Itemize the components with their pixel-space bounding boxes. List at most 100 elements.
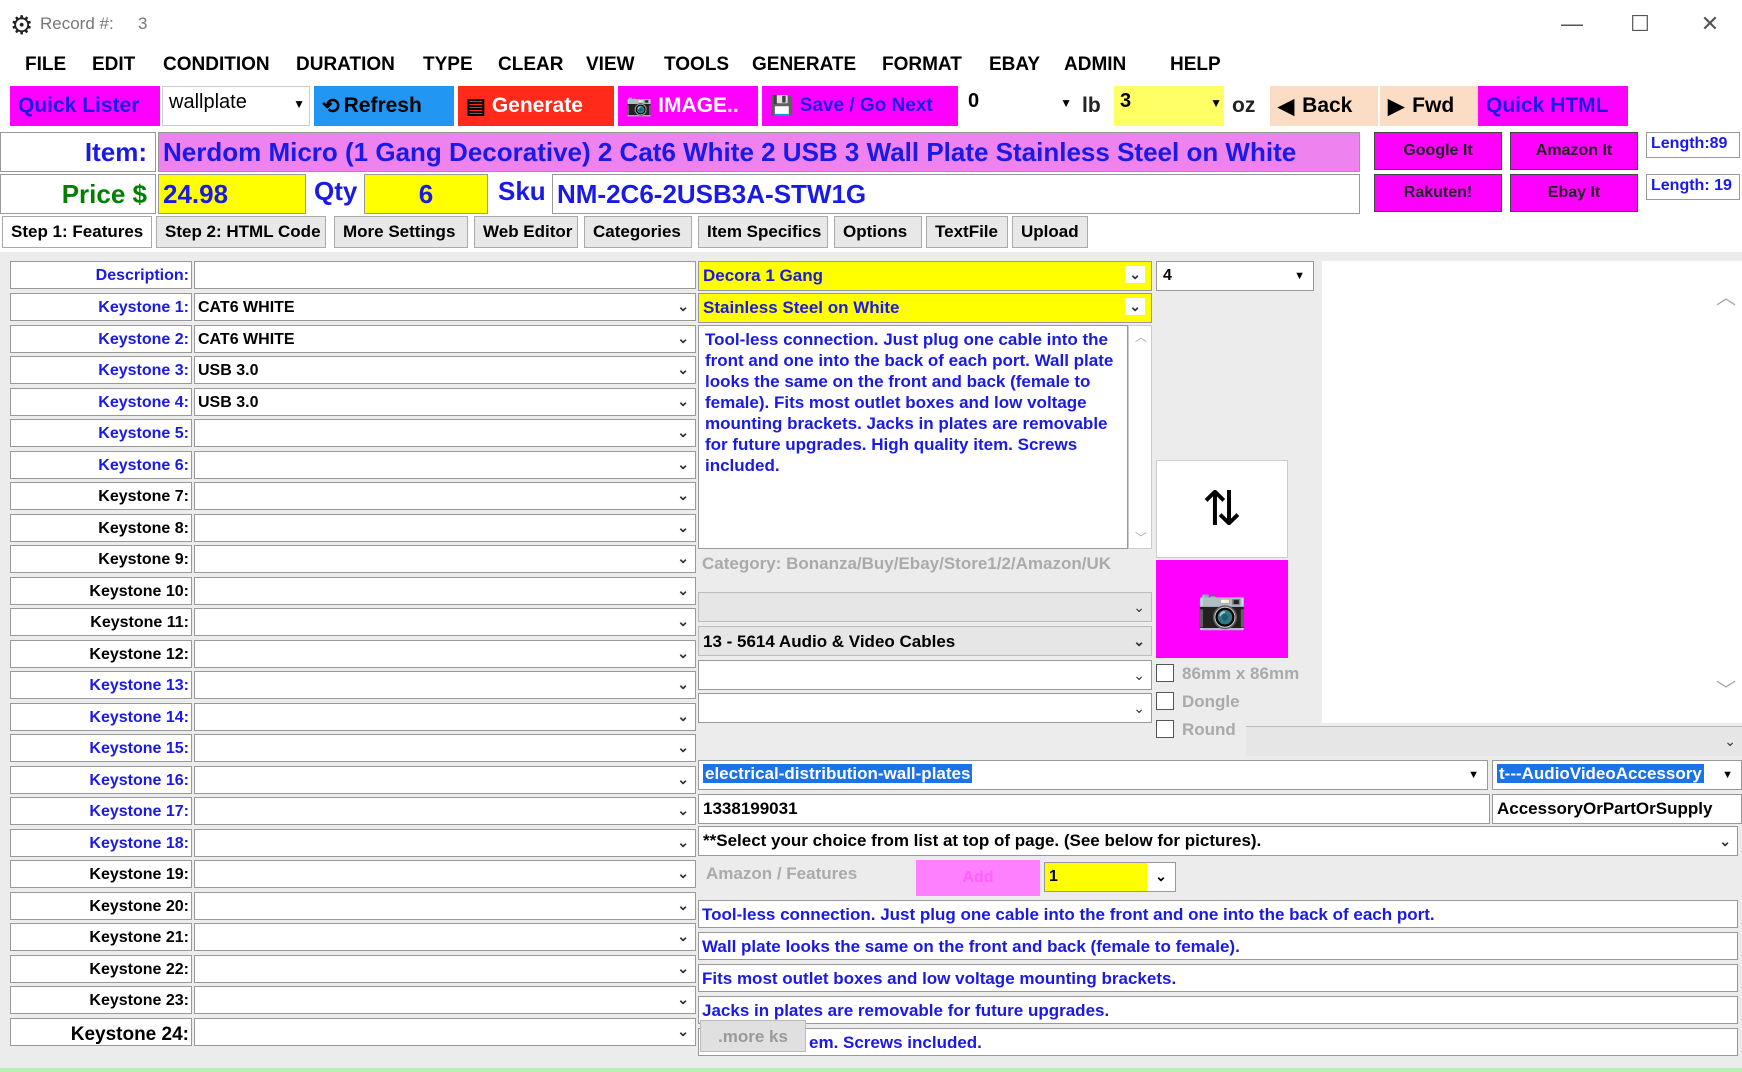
keystone-select[interactable]: ⌄	[194, 860, 696, 888]
ports-count-select[interactable]: 4 ▼	[1156, 261, 1314, 291]
feature-index-select[interactable]: 1 ⌄	[1044, 862, 1176, 892]
checkbox-dongle[interactable]	[1156, 692, 1174, 710]
chevron-up-icon[interactable]: ︿	[1716, 281, 1736, 310]
category-2-select[interactable]: 13 - 5614 Audio & Video Cables ⌄	[698, 626, 1152, 656]
keystone-select[interactable]: ⌄	[194, 892, 696, 920]
qty-input[interactable]: 6	[364, 174, 488, 214]
item-title-input[interactable]: Nerdom Micro (1 Gang Decorative) 2 Cat6 …	[158, 132, 1360, 172]
tab-upload[interactable]: Upload	[1012, 216, 1088, 248]
keystone-select[interactable]: ⌄	[194, 1018, 696, 1046]
menu-view[interactable]: VIEW	[586, 54, 635, 76]
amazon-category-select[interactable]: electrical-distribution-wall-plates ▼	[698, 760, 1488, 790]
swap-button[interactable]: ⇅	[1156, 460, 1288, 558]
keystone-select[interactable]: CAT6 WHITE ⌄	[194, 293, 696, 321]
node-id-input[interactable]: 1338199031	[698, 794, 1490, 824]
amazon-it-button[interactable]: Amazon It	[1510, 132, 1638, 170]
keystone-select[interactable]: USB 3.0 ⌄	[194, 356, 696, 384]
keystone-select[interactable]: ⌄	[194, 671, 696, 699]
keystone-select[interactable]: ⌄	[194, 482, 696, 510]
lb-select[interactable]: 0 ▼	[962, 86, 1074, 126]
tab-categories[interactable]: Categories	[584, 216, 692, 248]
menu-tools[interactable]: TOOLS	[664, 54, 729, 76]
amazon-type-select[interactable]: t---AudioVideoAccessory ▼	[1492, 760, 1742, 790]
checkbox-86mm[interactable]	[1156, 664, 1174, 682]
menu-generate[interactable]: GENERATE	[752, 54, 856, 76]
menu-edit[interactable]: EDIT	[92, 54, 135, 76]
checkbox-round[interactable]	[1156, 720, 1174, 738]
menu-type[interactable]: TYPE	[423, 54, 473, 76]
tab-textfile[interactable]: TextFile	[926, 216, 1008, 248]
feature-line-4[interactable]: Jacks in plates are removable for future…	[698, 996, 1738, 1024]
chevron-down-icon: ⌄	[1133, 700, 1145, 716]
quick-lister-button[interactable]: Quick Lister	[10, 86, 160, 126]
keystone-select[interactable]: ⌄	[194, 577, 696, 605]
menu-help[interactable]: HELP	[1170, 54, 1221, 76]
minimize-button[interactable]: —	[1552, 8, 1592, 40]
maximize-button[interactable]: ☐	[1620, 8, 1660, 40]
image-button[interactable]: 📷 IMAGE..	[618, 86, 758, 126]
keystone-select[interactable]: ⌄	[194, 986, 696, 1014]
tab-step2-html-code[interactable]: Step 2: HTML Code	[156, 216, 326, 248]
generate-button[interactable]: ▤ Generate	[458, 86, 614, 126]
description-textarea[interactable]: Tool-less connection. Just plug one cabl…	[698, 325, 1128, 549]
refresh-button[interactable]: ⟲ Refresh	[314, 86, 454, 126]
feature-line-2[interactable]: Wall plate looks the same on the front a…	[698, 932, 1738, 960]
plate-type-select[interactable]: Decora 1 Gang ⌄	[698, 261, 1152, 291]
keystone-select[interactable]: ⌄	[194, 451, 696, 479]
tab-step1-features[interactable]: Step 1: Features	[2, 216, 152, 248]
rakuten-button[interactable]: Rakuten!	[1374, 174, 1502, 212]
add-feature-button[interactable]: Add	[916, 860, 1040, 896]
category-1-select[interactable]: ⌄	[698, 592, 1152, 622]
keystone-select[interactable]: CAT6 WHITE ⌄	[194, 325, 696, 353]
keystone-select[interactable]: ⌄	[194, 766, 696, 794]
keystone-select[interactable]: USB 3.0 ⌄	[194, 388, 696, 416]
menu-condition[interactable]: CONDITION	[163, 54, 270, 76]
menu-file[interactable]: FILE	[25, 54, 66, 76]
tab-more-settings[interactable]: More Settings	[334, 216, 468, 248]
extra-select[interactable]: ⌄	[1246, 726, 1742, 756]
keystone-select[interactable]: ⌄	[194, 797, 696, 825]
menu-admin[interactable]: ADMIN	[1064, 54, 1126, 76]
description-input[interactable]	[194, 261, 696, 289]
fwd-button[interactable]: ▶ Fwd	[1380, 86, 1478, 126]
feature-line-1[interactable]: Tool-less connection. Just plug one cabl…	[698, 900, 1738, 928]
google-it-button[interactable]: Google It	[1374, 132, 1502, 170]
back-button[interactable]: ◀ Back	[1270, 86, 1378, 126]
sku-input[interactable]: NM-2C6-2USB3A-STW1G	[552, 174, 1360, 214]
menu-clear[interactable]: CLEAR	[498, 54, 563, 76]
keystone-select[interactable]: ⌄	[194, 923, 696, 951]
tab-options[interactable]: Options	[834, 216, 922, 248]
color-select[interactable]: Stainless Steel on White ⌄	[698, 293, 1152, 323]
ebay-it-button[interactable]: Ebay It	[1510, 174, 1638, 212]
feature-line-5[interactable]: em. Screws included.	[698, 1028, 1738, 1056]
keystone-select[interactable]: ⌄	[194, 419, 696, 447]
close-button[interactable]: ✕	[1690, 8, 1730, 40]
price-input[interactable]: 24.98	[158, 174, 306, 214]
keystone-select[interactable]: ⌄	[194, 640, 696, 668]
menu-format[interactable]: FORMAT	[882, 54, 962, 76]
tab-web-editor[interactable]: Web Editor	[474, 216, 578, 248]
category-4-select[interactable]: ⌄	[698, 693, 1152, 723]
select-hint-dropdown[interactable]: **Select your choice from list at top of…	[698, 826, 1738, 856]
category-3-select[interactable]: ⌄	[698, 660, 1152, 690]
keystone-select[interactable]: ⌄	[194, 703, 696, 731]
menu-duration[interactable]: DURATION	[296, 54, 395, 76]
camera-button[interactable]: 📷	[1156, 560, 1288, 658]
feature-line-3[interactable]: Fits most outlet boxes and low voltage m…	[698, 964, 1738, 992]
keystone-select[interactable]: ⌄	[194, 545, 696, 573]
quick-html-button[interactable]: Quick HTML	[1478, 86, 1628, 126]
more-ks-button[interactable]: .more ks	[700, 1020, 806, 1052]
save-next-button[interactable]: 💾 Save / Go Next	[762, 86, 958, 126]
chevron-down-icon[interactable]: ﹀	[1716, 674, 1736, 703]
oz-select[interactable]: 3 ▼	[1114, 86, 1224, 126]
tab-item-specifics[interactable]: Item Specifics	[698, 216, 828, 248]
menu-ebay[interactable]: EBAY	[989, 54, 1040, 76]
keystone-select[interactable]: ⌄	[194, 514, 696, 542]
keystone-select[interactable]: ⌄	[194, 734, 696, 762]
template-select[interactable]: wallplate ▼	[162, 86, 310, 126]
keystone-select[interactable]: ⌄	[194, 829, 696, 857]
description-scrollbar[interactable]: ︿ ﹀	[1128, 325, 1152, 549]
keystone-select[interactable]: ⌄	[194, 608, 696, 636]
product-type-input[interactable]: AccessoryOrPartOrSupply	[1492, 794, 1742, 824]
keystone-select[interactable]: ⌄	[194, 955, 696, 983]
